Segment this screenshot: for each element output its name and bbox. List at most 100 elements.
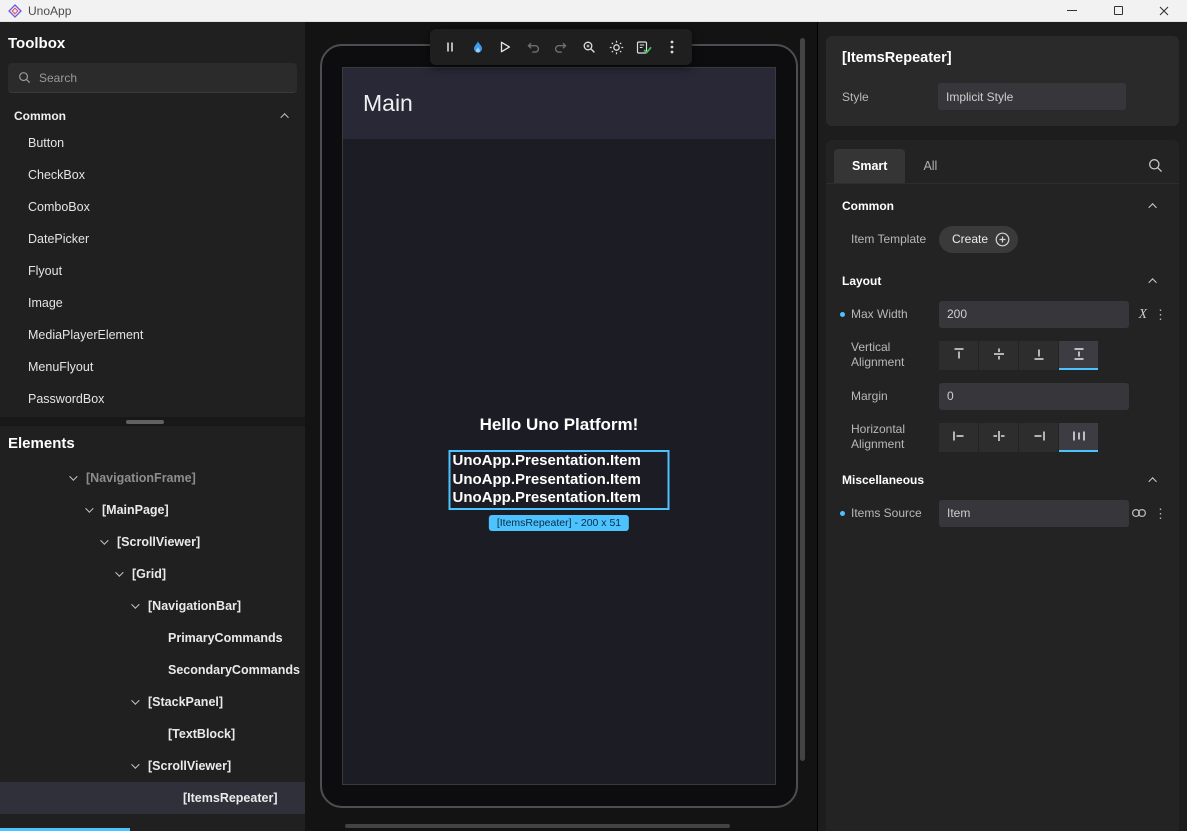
toolbox-item-label: MediaPlayerElement xyxy=(28,328,143,342)
tree-item-itemsrepeater[interactable]: [ItemsRepeater] xyxy=(0,782,305,814)
repeater-item[interactable]: UnoApp.Presentation.Item xyxy=(453,471,666,490)
undo-button[interactable] xyxy=(521,35,545,59)
tree-item-label: [NavigationFrame] xyxy=(86,471,196,485)
align-right-icon xyxy=(1031,428,1047,444)
tree-item-navigationframe[interactable]: [NavigationFrame] xyxy=(0,462,305,494)
repeater-item[interactable]: UnoApp.Presentation.Item xyxy=(453,452,666,471)
elements-title: Elements xyxy=(8,435,305,452)
device-frame: Main Hello Uno Platform! UnoApp.Presenta… xyxy=(320,44,798,808)
itemsrepeater-selection[interactable]: UnoApp.Presentation.Item UnoApp.Presenta… xyxy=(449,450,670,510)
close-button[interactable] xyxy=(1141,0,1187,21)
sun-icon xyxy=(609,40,624,55)
titlebar: UnoApp xyxy=(0,0,1187,22)
align-left-button[interactable] xyxy=(939,423,978,452)
chevron-down-icon[interactable] xyxy=(64,475,80,481)
align-vertical-center-button[interactable] xyxy=(979,341,1018,370)
chevron-down-icon[interactable] xyxy=(126,699,142,705)
tree-item-scrollviewer-2[interactable]: [ScrollViewer] xyxy=(0,750,305,782)
section-miscellaneous[interactable]: Miscellaneous xyxy=(826,458,1179,493)
app-content[interactable]: Hello Uno Platform! UnoApp.Presentation.… xyxy=(343,139,775,784)
toolbox-item-checkbox[interactable]: CheckBox xyxy=(0,159,305,191)
stretch-vertical-button[interactable] xyxy=(1059,341,1098,370)
toolbox-section-common[interactable]: Common xyxy=(14,109,289,123)
repeater-item[interactable]: UnoApp.Presentation.Item xyxy=(453,489,666,508)
maximize-button[interactable] xyxy=(1095,0,1141,21)
section-common[interactable]: Common xyxy=(826,184,1179,219)
toolbox-item-label: ComboBox xyxy=(28,200,90,214)
search-input[interactable] xyxy=(39,71,287,85)
more-options-button[interactable] xyxy=(660,35,684,59)
more-options-icon[interactable]: ⋮ xyxy=(1154,507,1167,520)
stretch-horizontal-button[interactable] xyxy=(1059,423,1098,452)
hello-textblock[interactable]: Hello Uno Platform! xyxy=(343,415,775,435)
chevron-down-icon[interactable] xyxy=(95,539,111,545)
scrollbar-thumb[interactable] xyxy=(126,420,164,424)
align-horizontal-center-icon xyxy=(991,428,1007,444)
inspect-button[interactable] xyxy=(577,35,601,59)
max-width-input[interactable] xyxy=(939,301,1129,328)
tree-item-navigationbar[interactable]: [NavigationBar] xyxy=(0,590,305,622)
tree-item-grid[interactable]: [Grid] xyxy=(0,558,305,590)
tree-item-secondarycommands[interactable]: SecondaryCommands xyxy=(0,654,305,686)
toolbox-scrollbar[interactable] xyxy=(0,417,305,426)
binding-icon[interactable] xyxy=(1131,507,1147,519)
tree-item-label: [MainPage] xyxy=(102,503,169,517)
tree-item-label: [NavigationBar] xyxy=(148,599,241,613)
tree-item-primarycommands[interactable]: PrimaryCommands xyxy=(0,622,305,654)
chevron-down-icon[interactable] xyxy=(110,571,126,577)
vertical-alignment-group xyxy=(939,341,1098,370)
device-screen[interactable]: Main Hello Uno Platform! UnoApp.Presenta… xyxy=(342,67,776,785)
align-vertical-center-icon xyxy=(991,346,1007,362)
chevron-down-icon[interactable] xyxy=(126,603,142,609)
design-canvas[interactable]: Main Hello Uno Platform! UnoApp.Presenta… xyxy=(305,22,817,831)
style-input[interactable] xyxy=(938,83,1126,110)
modified-indicator-dot xyxy=(840,312,845,317)
canvas-vertical-scrollbar[interactable] xyxy=(800,38,805,761)
toolbox-item-button[interactable]: Button xyxy=(0,127,305,159)
toolbox-item-label: Button xyxy=(28,136,64,150)
section-layout[interactable]: Layout xyxy=(826,259,1179,294)
toolbox-item-mediaplayerelement[interactable]: MediaPlayerElement xyxy=(0,319,305,351)
tree-item-stackpanel[interactable]: [StackPanel] xyxy=(0,686,305,718)
minimize-button[interactable] xyxy=(1049,0,1095,21)
toolbox-item-menuflyout[interactable]: MenuFlyout xyxy=(0,351,305,383)
align-bottom-button[interactable] xyxy=(1019,341,1058,370)
toolbox-search[interactable] xyxy=(8,63,297,93)
play-button[interactable] xyxy=(493,35,517,59)
more-options-icon[interactable]: ⋮ xyxy=(1154,308,1167,321)
properties-search-button[interactable] xyxy=(1148,158,1163,183)
tab-all[interactable]: All xyxy=(905,149,955,183)
items-source-label: Items Source xyxy=(851,506,939,521)
max-width-label: Max Width xyxy=(851,307,939,322)
toolbox-item-flyout[interactable]: Flyout xyxy=(0,255,305,287)
theme-button[interactable] xyxy=(604,35,628,59)
tree-item-scrollviewer-1[interactable]: [ScrollViewer] xyxy=(0,526,305,558)
items-source-input[interactable] xyxy=(939,500,1129,527)
toolbox-item-image[interactable]: Image xyxy=(0,287,305,319)
tree-item-label: SecondaryCommands xyxy=(168,663,300,677)
chevron-down-icon[interactable] xyxy=(80,507,96,513)
align-top-button[interactable] xyxy=(939,341,978,370)
redo-button[interactable] xyxy=(549,35,573,59)
toolbox-item-passwordbox[interactable]: PasswordBox xyxy=(0,383,305,415)
status-check-button[interactable] xyxy=(632,35,656,59)
tree-item-mainpage[interactable]: [MainPage] xyxy=(0,494,305,526)
hot-reload-button[interactable] xyxy=(466,35,490,59)
tree-item-label: [ScrollViewer] xyxy=(117,535,200,549)
app-header[interactable]: Main xyxy=(343,68,775,139)
section-label: Common xyxy=(14,109,66,123)
canvas-horizontal-scrollbar[interactable] xyxy=(345,824,730,828)
pause-button[interactable] xyxy=(438,35,462,59)
tree-item-textblock[interactable]: [TextBlock] xyxy=(0,718,305,750)
elements-tree: [NavigationFrame] [MainPage] [ScrollView… xyxy=(0,462,305,814)
chevron-down-icon[interactable] xyxy=(126,763,142,769)
align-right-button[interactable] xyxy=(1019,423,1058,452)
create-template-button[interactable]: Create xyxy=(939,226,1018,253)
tab-smart[interactable]: Smart xyxy=(834,149,905,183)
binding-x-icon[interactable]: X xyxy=(1139,306,1147,322)
toolbox-item-combobox[interactable]: ComboBox xyxy=(0,191,305,223)
tree-item-label: [ItemsRepeater] xyxy=(183,791,277,805)
margin-input[interactable] xyxy=(939,383,1129,410)
toolbox-item-datepicker[interactable]: DatePicker xyxy=(0,223,305,255)
align-horizontal-center-button[interactable] xyxy=(979,423,1018,452)
